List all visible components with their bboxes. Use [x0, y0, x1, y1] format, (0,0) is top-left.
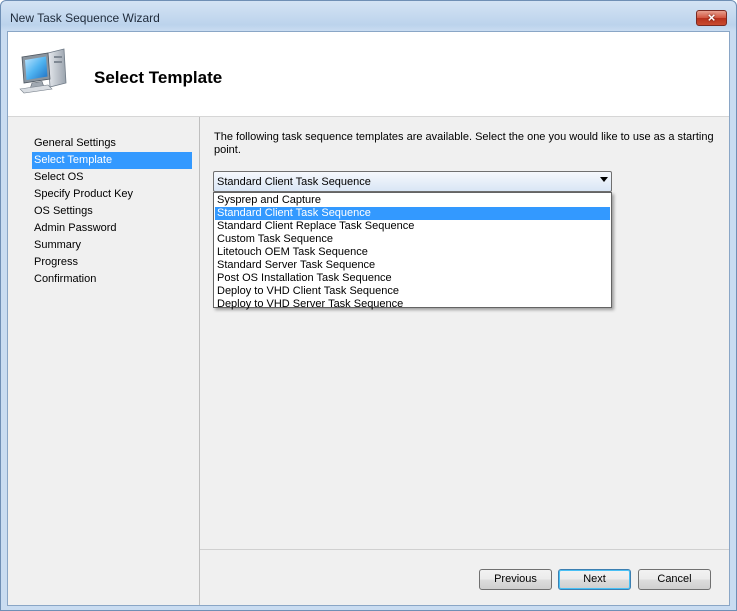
wizard-client-area: Select Template General Settings Select … — [7, 31, 730, 606]
template-option[interactable]: Post OS Installation Task Sequence — [215, 272, 610, 285]
page-title: Select Template — [94, 68, 223, 87]
nav-item-progress[interactable]: Progress — [32, 254, 192, 271]
wizard-content: The following task sequence templates ar… — [200, 117, 729, 549]
wizard-footer: Previous Next Cancel — [200, 550, 729, 605]
chevron-down-icon[interactable] — [600, 177, 608, 182]
nav-item-summary[interactable]: Summary — [32, 237, 192, 254]
next-button[interactable]: Next — [558, 569, 631, 590]
template-select[interactable]: Standard Client Task Sequence — [213, 171, 612, 192]
wizard-steps-nav: General Settings Select Template Select … — [8, 117, 199, 605]
computer-icon — [19, 48, 67, 94]
wizard-window: New Task Sequence Wizard × Select Templa… — [0, 0, 737, 611]
template-option[interactable]: Standard Client Task Sequence — [215, 207, 610, 220]
template-select-value: Standard Client Task Sequence — [217, 176, 371, 188]
window-title: New Task Sequence Wizard — [10, 11, 160, 25]
template-option[interactable]: Sysprep and Capture — [215, 194, 610, 207]
template-option[interactable]: Litetouch OEM Task Sequence — [215, 246, 610, 259]
nav-item-select-template[interactable]: Select Template — [32, 152, 192, 169]
nav-item-select-os[interactable]: Select OS — [32, 169, 192, 186]
nav-item-general-settings[interactable]: General Settings — [32, 135, 192, 152]
close-button[interactable]: × — [696, 10, 727, 26]
wizard-header: Select Template — [8, 32, 729, 117]
template-option[interactable]: Standard Server Task Sequence — [215, 259, 610, 272]
title-bar[interactable]: New Task Sequence Wizard × — [1, 1, 736, 31]
nav-item-confirmation[interactable]: Confirmation — [32, 271, 192, 288]
template-description: The following task sequence templates ar… — [214, 131, 714, 156]
template-option[interactable]: Custom Task Sequence — [215, 233, 610, 246]
template-option[interactable]: Deploy to VHD Server Task Sequence — [215, 298, 610, 311]
previous-button[interactable]: Previous — [479, 569, 552, 590]
template-option[interactable]: Standard Client Replace Task Sequence — [215, 220, 610, 233]
template-dropdown-list[interactable]: Sysprep and Capture Standard Client Task… — [213, 192, 612, 311]
nav-item-os-settings[interactable]: OS Settings — [32, 203, 192, 220]
nav-item-specify-product-key[interactable]: Specify Product Key — [32, 186, 192, 203]
cancel-button[interactable]: Cancel — [638, 569, 711, 590]
template-option[interactable]: Deploy to VHD Client Task Sequence — [215, 285, 610, 298]
nav-item-admin-password[interactable]: Admin Password — [32, 220, 192, 237]
close-icon: × — [707, 10, 716, 25]
